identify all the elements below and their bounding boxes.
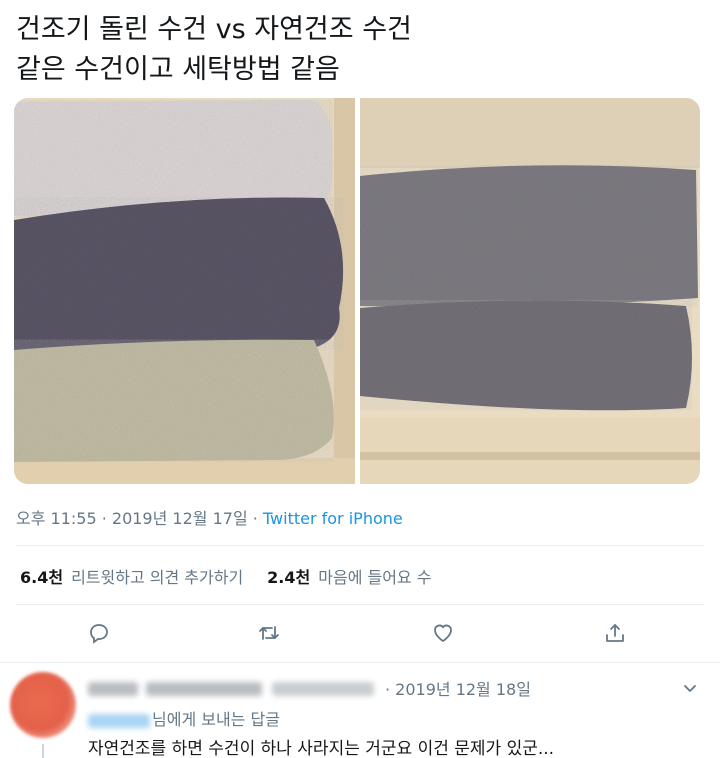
photo-dryer-towels[interactable] — [14, 98, 355, 484]
reply-text: 자연건조를 하면 수건이 하나 사라지는 거군요 이건 문제가 있군... — [88, 739, 555, 758]
blurred-username — [272, 682, 374, 696]
divider — [16, 604, 704, 605]
replying-to-label: 님에게 보내는 답글 — [152, 710, 280, 729]
share-button[interactable] — [600, 618, 630, 648]
likes-stat[interactable]: 2.4천 마음에 들어요 수 — [267, 564, 431, 588]
retweets-label: 리트윗하고 의견 추가하기 — [71, 568, 244, 587]
retweet-button[interactable] — [254, 618, 284, 648]
divider — [0, 662, 720, 663]
chevron-down-icon[interactable] — [680, 678, 700, 698]
reply-icon — [90, 624, 108, 644]
avatar[interactable] — [10, 672, 76, 738]
tweet-timestamp: 오후 11:55 · 2019년 12월 17일 · Twitter for i… — [16, 505, 403, 529]
blurred-mention[interactable] — [88, 713, 150, 728]
tweet-datetime[interactable]: 오후 11:55 · 2019년 12월 17일 · — [16, 509, 263, 528]
tweet-text-line-1: 건조기 돌린 수건 vs 자연건조 수건 — [16, 14, 412, 45]
like-button[interactable] — [428, 618, 458, 648]
likes-label: 마음에 들어요 수 — [318, 568, 432, 587]
like-icon — [434, 624, 452, 642]
blurred-display-name — [88, 682, 138, 696]
reply-date[interactable]: · 2019년 12월 18일 — [385, 676, 531, 700]
retweets-stat[interactable]: 6.4천 리트윗하고 의견 추가하기 — [20, 564, 243, 588]
tweet-text-line-2: 같은 수건이고 세탁방법 같음 — [16, 54, 340, 85]
reply-tweet[interactable]: · 2019년 12월 18일 님에게 보내는 답글 자연건조를 하면 수건이 … — [0, 664, 720, 758]
likes-count: 2.4천 — [267, 568, 311, 587]
blurred-display-name — [146, 682, 262, 696]
share-icon — [606, 624, 624, 642]
reply-button[interactable] — [84, 618, 114, 648]
tweet-stats: 6.4천 리트윗하고 의견 추가하기 2.4천 마음에 들어요 수 — [20, 564, 455, 588]
retweets-count: 6.4천 — [20, 568, 64, 587]
divider — [16, 545, 704, 546]
thread-line — [42, 744, 44, 758]
photo-air-dried-towels[interactable] — [360, 98, 700, 484]
replying-to: 님에게 보내는 답글 — [88, 706, 280, 730]
retweet-icon — [259, 626, 279, 640]
tweet-action-bar — [0, 618, 720, 652]
tweet-text: 건조기 돌린 수건 vs 자연건조 수건 같은 수건이고 세탁방법 같음 — [16, 10, 706, 90]
tweet-source-link[interactable]: Twitter for iPhone — [263, 509, 403, 528]
tweet-media[interactable] — [14, 98, 700, 484]
